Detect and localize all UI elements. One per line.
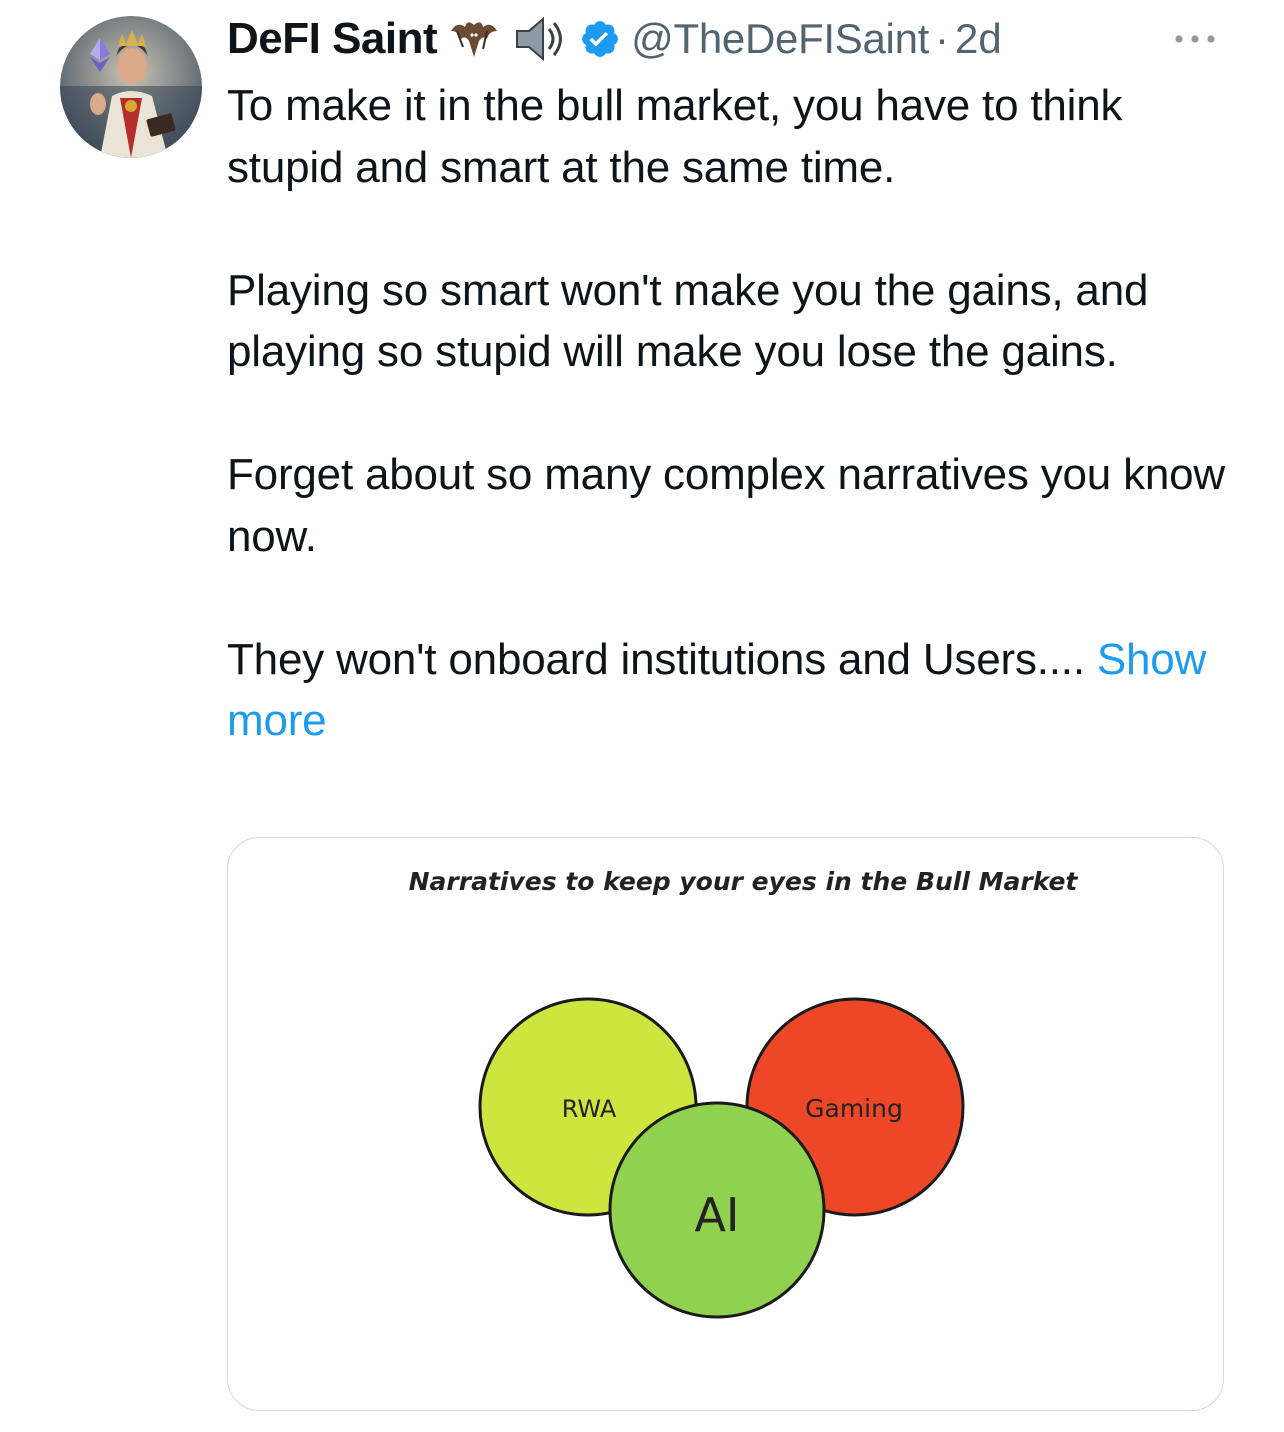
speaker-emoji-icon — [511, 15, 571, 63]
tweet-paragraph: To make it in the bull market, you have … — [227, 81, 1123, 192]
venn-label-gaming: Gaming — [805, 1094, 903, 1123]
verified-badge-icon[interactable] — [579, 18, 621, 60]
tweet-header: DeFI Saint @TheDeFISaint · 2d — [227, 10, 1227, 68]
more-horizontal-icon — [1175, 35, 1215, 43]
tweet-timestamp[interactable]: 2d — [955, 15, 1002, 63]
author-avatar[interactable] — [60, 16, 202, 158]
tweet-paragraph-text: They won't onboard institutions and User… — [227, 634, 1085, 684]
tweet-paragraph-truncated: They won't onboard institutions and User… — [227, 629, 1237, 752]
diagram-title: Narratives to keep your eyes in the Bull… — [409, 867, 1079, 896]
venn-label-rwa: RWA — [562, 1095, 617, 1123]
tweet-text: To make it in the bull market, you have … — [227, 75, 1237, 752]
header-separator: · — [935, 15, 950, 62]
bat-emoji-icon — [447, 17, 501, 61]
venn-label-ai: AI — [694, 1188, 739, 1242]
more-options-button[interactable] — [1170, 24, 1220, 54]
tweet-media-image[interactable]: Narratives to keep your eyes in the Bull… — [227, 837, 1224, 1411]
tweet-paragraph: Forget about so many complex narratives … — [227, 450, 1225, 561]
avatar-image — [60, 16, 202, 158]
venn-diagram: Narratives to keep your eyes in the Bull… — [409, 867, 1079, 1319]
author-display-name[interactable]: DeFI Saint — [227, 14, 438, 64]
author-handle[interactable]: @TheDeFISaint — [631, 15, 929, 63]
tweet-paragraph: Playing so smart won't make you the gain… — [227, 265, 1149, 377]
